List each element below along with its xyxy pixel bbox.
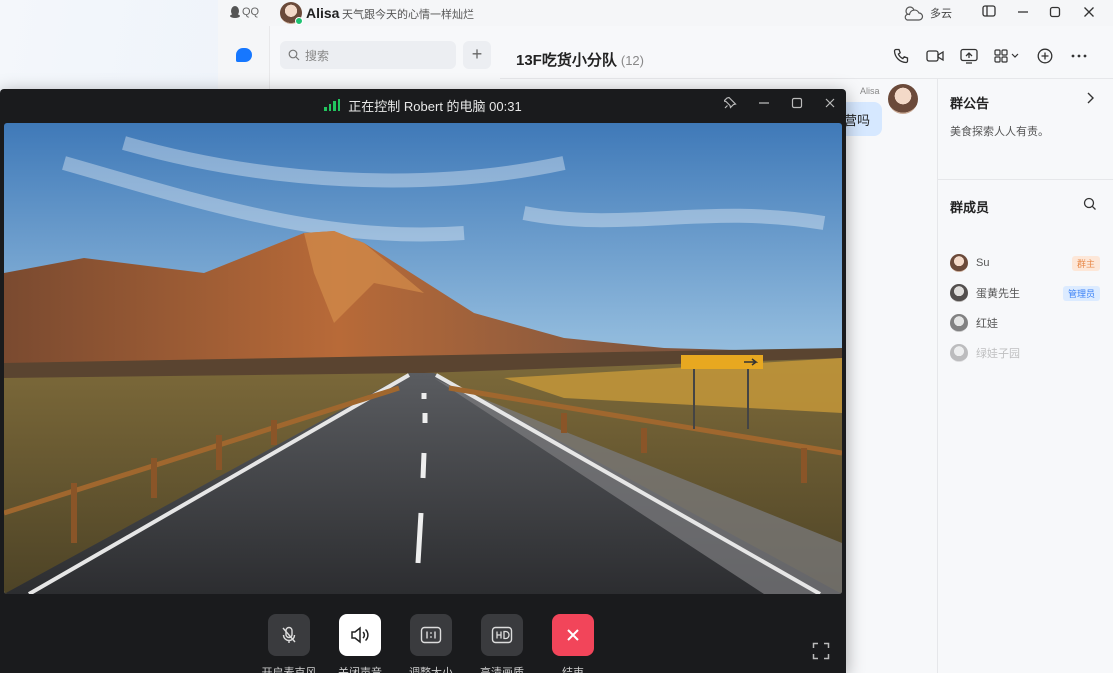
remote-control-bar: 开启麦克风 关闭声音 调整大小 高清画质 结束 <box>0 594 846 673</box>
member-name: 红娃 <box>976 318 998 330</box>
close-icon[interactable] <box>1080 4 1098 22</box>
message-avatar[interactable] <box>888 84 918 114</box>
close-x-icon <box>567 629 579 641</box>
member-avatar <box>950 314 968 332</box>
sound-button[interactable] <box>339 614 381 656</box>
search-icon <box>288 49 300 61</box>
member-search-icon[interactable] <box>1083 197 1099 213</box>
end-session-label: 结束 <box>562 667 584 673</box>
member-avatar <box>950 344 968 362</box>
minimize-icon[interactable] <box>1014 4 1032 22</box>
member-avatar <box>950 254 968 272</box>
remote-desktop-wallpaper <box>4 123 842 594</box>
remote-maximize-icon[interactable] <box>788 96 806 114</box>
panel-divider <box>938 179 1113 180</box>
owner-badge: 群主 <box>1071 255 1100 271</box>
member-item[interactable]: 红娃 <box>950 314 1100 332</box>
speaker-icon <box>351 626 369 644</box>
user-name[interactable]: Alisa <box>306 5 339 21</box>
chevron-right-icon[interactable] <box>1085 91 1095 108</box>
cloudy-weather-icon <box>904 6 924 21</box>
qq-logo: QQ <box>230 6 259 18</box>
pin-icon[interactable] <box>721 96 739 114</box>
weather-widget[interactable]: 多云 <box>902 4 952 22</box>
member-name: Su <box>976 257 990 269</box>
maximize-icon[interactable] <box>1046 4 1064 22</box>
fullscreen-icon[interactable] <box>812 642 830 660</box>
remote-screen-view[interactable] <box>4 123 842 594</box>
phone-icon[interactable] <box>891 46 911 66</box>
member-item[interactable]: 蛋黄先生 管理员 <box>950 284 1100 302</box>
qq-titlebar: QQ Alisa 天气跟今天的心情一样灿烂 多云 <box>218 0 1113 26</box>
group-title: 13F吃货小分队 (12) <box>516 49 644 70</box>
signal-strength-icon <box>324 99 341 111</box>
chat-bubble-icon[interactable] <box>236 48 252 62</box>
member-item[interactable]: Su 群主 <box>950 254 1100 272</box>
remote-title: 正在控制 Robert 的电脑 00:31 <box>348 98 522 114</box>
remote-titlebar: 正在控制 Robert 的电脑 00:31 <box>0 89 846 121</box>
ratio-1-1-icon <box>420 626 442 644</box>
member-item[interactable]: 绿娃子园 <box>950 344 1100 362</box>
resize-label: 调整大小 <box>409 667 453 673</box>
notice-title[interactable]: 群公告 <box>950 93 989 112</box>
video-call-icon[interactable] <box>925 46 945 66</box>
remote-control-window: 正在控制 Robert 的电脑 00:31 开启麦克风 关闭声音 调整大小 高清… <box>0 89 846 673</box>
end-session-button[interactable] <box>552 614 594 656</box>
hd-quality-label: 高清画质 <box>480 667 524 673</box>
penguin-icon <box>230 6 240 18</box>
search-input[interactable]: 搜索 <box>280 41 456 69</box>
group-name: 13F吃货小分队 <box>516 52 617 69</box>
qq-logo-text: QQ <box>242 6 260 18</box>
group-member-count: (12) <box>620 53 644 68</box>
member-name: 绿娃子园 <box>976 348 1020 360</box>
admin-badge: 管理员 <box>1062 285 1100 301</box>
weather-text: 多云 <box>930 8 952 20</box>
resize-button[interactable] <box>410 614 452 656</box>
search-placeholder: 搜索 <box>305 48 330 63</box>
group-info-panel: 群公告 美食探索人人有责。 群成员 Su 群主 蛋黄先生 管理员 红娃 绿娃子园 <box>937 79 1113 673</box>
microphone-button[interactable] <box>268 614 310 656</box>
member-avatar <box>950 284 968 302</box>
sound-label: 关闭声音 <box>338 667 382 673</box>
remote-minimize-icon[interactable] <box>755 96 773 114</box>
sidebar-toggle-icon[interactable] <box>980 4 998 22</box>
message-sender: Alisa <box>860 86 880 96</box>
remote-close-icon[interactable] <box>821 96 839 114</box>
online-status-dot <box>295 17 303 25</box>
apps-grid-icon[interactable] <box>993 46 1021 66</box>
more-icon[interactable] <box>1069 46 1089 66</box>
mic-off-icon <box>282 626 296 643</box>
add-circle-icon[interactable] <box>1035 46 1055 66</box>
add-button[interactable]: + <box>463 41 491 69</box>
member-name: 蛋黄先生 <box>976 288 1020 300</box>
user-avatar[interactable] <box>280 2 303 25</box>
notice-text: 美食探索人人有责。 <box>950 126 1049 138</box>
members-title: 群成员 <box>950 200 990 215</box>
user-signature[interactable]: 天气跟今天的心情一样灿烂 <box>342 6 474 22</box>
screen-share-icon[interactable] <box>959 46 979 66</box>
hd-icon <box>491 626 513 644</box>
hd-quality-button[interactable] <box>481 614 523 656</box>
chat-toolbar <box>891 46 1089 66</box>
microphone-label: 开启麦克风 <box>261 667 317 673</box>
